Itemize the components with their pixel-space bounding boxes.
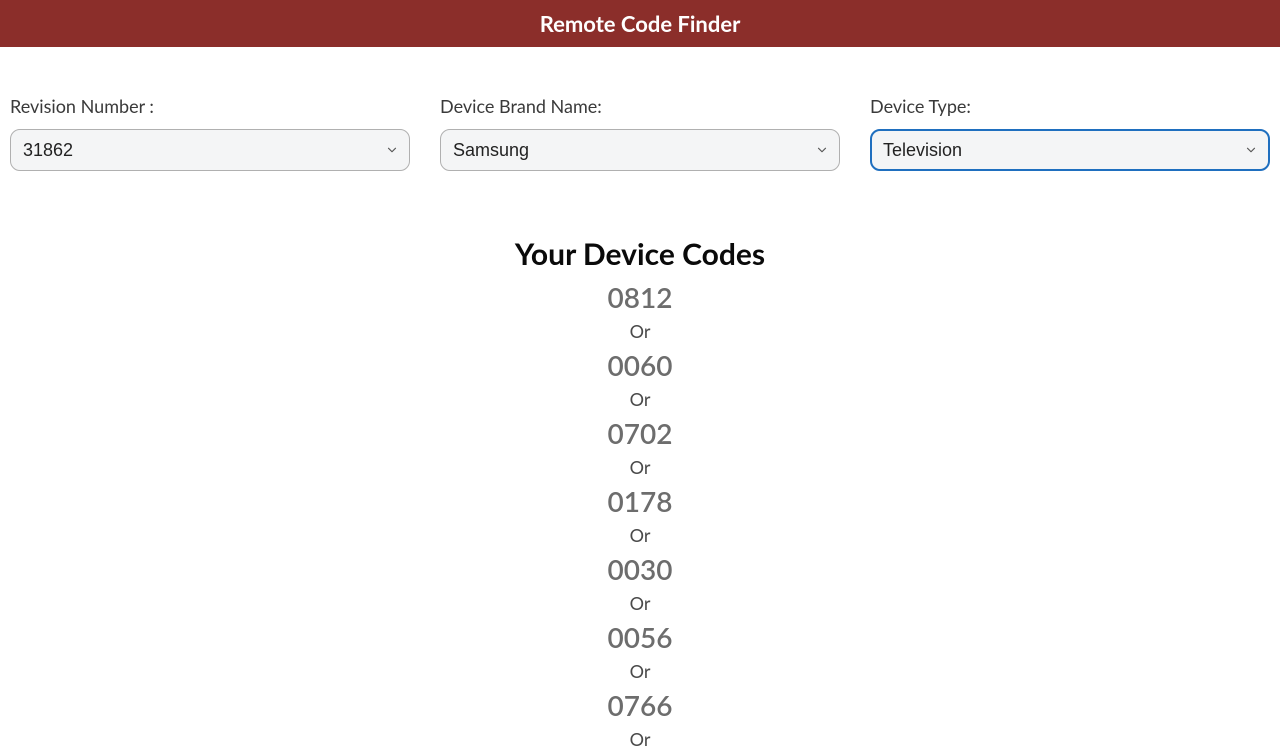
- filters-row: Revision Number : 31862 Device Brand Nam…: [0, 47, 1280, 171]
- device-code: 0060: [0, 348, 1280, 382]
- device-code: 0030: [0, 552, 1280, 586]
- revision-filter-group: Revision Number : 31862: [10, 95, 410, 171]
- device-code: 0812: [0, 280, 1280, 314]
- code-separator: Or: [0, 388, 1280, 410]
- page-title: Remote Code Finder: [540, 10, 741, 37]
- code-separator: Or: [0, 524, 1280, 546]
- brand-filter-group: Device Brand Name: Samsung: [440, 95, 840, 171]
- device-code: 0766: [0, 688, 1280, 722]
- code-separator: Or: [0, 320, 1280, 342]
- code-separator: Or: [0, 456, 1280, 478]
- code-separator: Or: [0, 592, 1280, 614]
- revision-select[interactable]: 31862: [10, 129, 410, 171]
- type-select[interactable]: Television: [870, 129, 1270, 171]
- device-code: 0702: [0, 416, 1280, 450]
- codes-list: 0812 Or 0060 Or 0702 Or 0178 Or 0030 Or 0056 Or 0766…: [0, 280, 1280, 750]
- code-separator: Or: [0, 728, 1280, 750]
- results-title: Your Device Codes: [0, 236, 1280, 272]
- results-section: Your Device Codes 0812 Or 0060 Or 0702 Or 0178…: [0, 236, 1280, 750]
- brand-select[interactable]: Samsung: [440, 129, 840, 171]
- device-code: 0056: [0, 620, 1280, 654]
- page-header: Remote Code Finder: [0, 0, 1280, 47]
- type-filter-group: Device Type: Television: [870, 95, 1270, 171]
- brand-label: Device Brand Name:: [440, 95, 840, 117]
- type-label: Device Type:: [870, 95, 1270, 117]
- code-separator: Or: [0, 660, 1280, 682]
- device-code: 0178: [0, 484, 1280, 518]
- revision-label: Revision Number :: [10, 95, 410, 117]
